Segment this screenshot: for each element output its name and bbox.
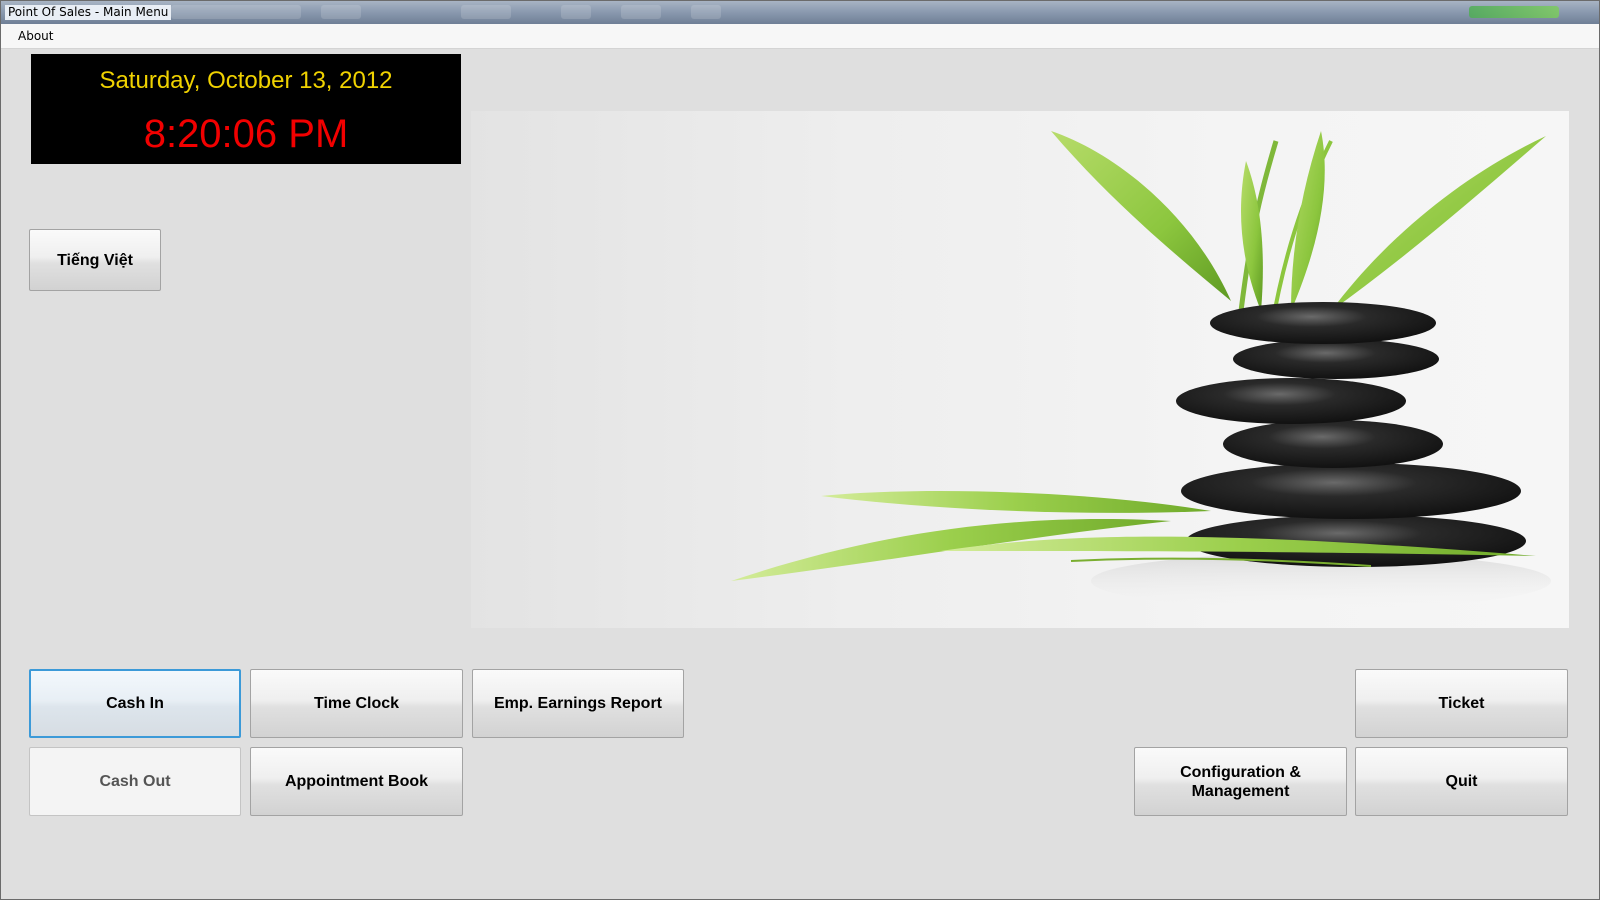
current-time: 8:20:06 PM [143, 112, 349, 156]
configuration-label-line1: Configuration & [1180, 763, 1301, 781]
window-title: Point Of Sales - Main Menu [5, 5, 172, 20]
language-toggle-button[interactable]: Tiếng Việt [29, 229, 161, 291]
time-clock-button[interactable]: Time Clock [250, 669, 463, 738]
current-date: Saturday, October 13, 2012 [99, 67, 393, 94]
title-bar[interactable]: Point Of Sales - Main Menu [1, 1, 1599, 24]
menu-item-about[interactable]: About [11, 27, 60, 45]
zen-stones-bamboo-illustration [731, 131, 1551, 609]
clock-panel: Saturday, October 13, 2012 8:20:06 PM [31, 54, 461, 164]
ticket-button[interactable]: Ticket [1355, 669, 1568, 738]
configuration-management-button[interactable]: Configuration & Management [1134, 747, 1347, 816]
cash-out-label: Cash Out [99, 773, 171, 790]
quit-button[interactable]: Quit [1355, 747, 1568, 816]
cash-in-button[interactable]: Cash In [29, 669, 241, 738]
cash-out-button[interactable]: Cash Out [29, 747, 241, 816]
main-window: Point Of Sales - Main Menu About Saturda… [0, 0, 1600, 900]
emp-earnings-report-button[interactable]: Emp. Earnings Report [472, 669, 684, 738]
spa-stones-image [471, 111, 1569, 628]
configuration-label-line2: Management [1191, 782, 1290, 800]
menu-bar: About [1, 24, 1599, 49]
appointment-book-button[interactable]: Appointment Book [250, 747, 463, 816]
